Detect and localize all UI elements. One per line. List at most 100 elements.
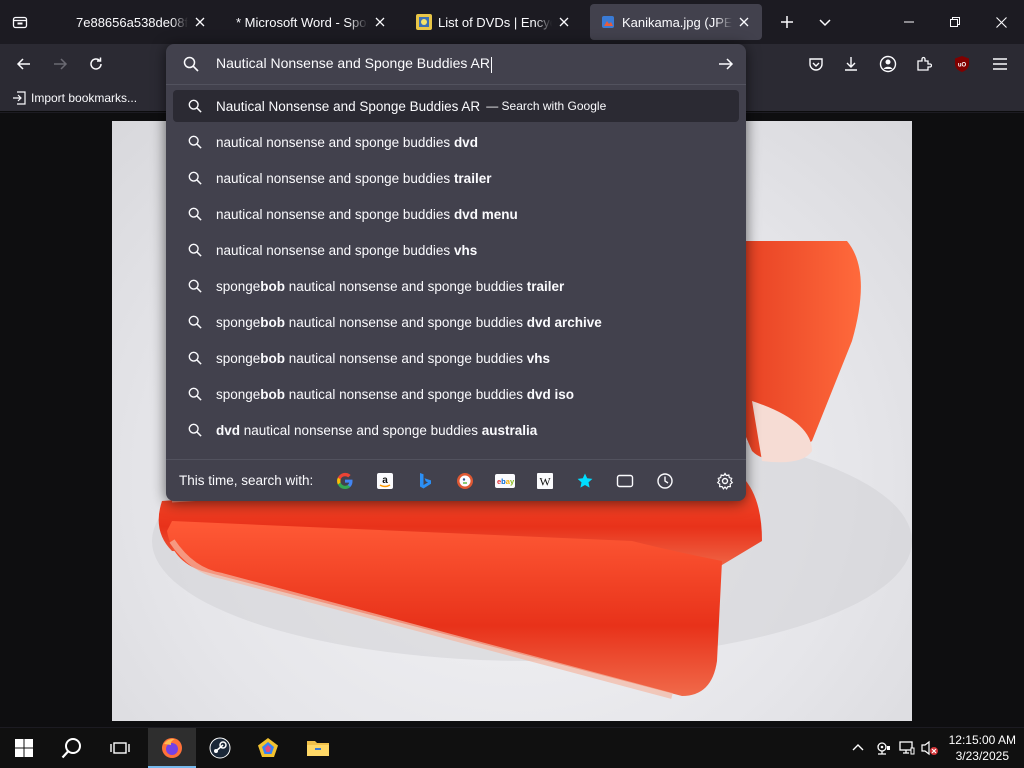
minimize-button[interactable] xyxy=(886,0,932,44)
list-item[interactable]: nautical nonsense and sponge buddies dvd… xyxy=(173,196,739,232)
list-item[interactable]: dvd nautical nonsense and sponge buddies… xyxy=(173,412,739,448)
start-button[interactable] xyxy=(0,728,48,768)
search-with-bar: This time, search with: a ebay W xyxy=(166,459,746,501)
suggestion-text: nautical nonsense and sponge buddies xyxy=(216,206,454,222)
firefox-taskbar-button[interactable] xyxy=(148,728,196,768)
search-icon xyxy=(173,279,216,293)
search-icon xyxy=(166,56,216,72)
import-icon xyxy=(13,90,26,105)
app-menu-button[interactable] xyxy=(984,48,1016,80)
list-item[interactable]: nautical nonsense and sponge buddies tra… xyxy=(173,160,739,196)
forward-button[interactable] xyxy=(44,48,76,80)
volume-tray-icon[interactable] xyxy=(921,740,938,756)
suggestion-text: nautical nonsense and sponge buddies xyxy=(216,170,454,186)
close-icon[interactable] xyxy=(556,14,572,30)
close-icon[interactable] xyxy=(192,14,208,30)
search-icon xyxy=(173,99,216,113)
close-icon xyxy=(995,16,1007,28)
suggestion-bold-text: dvd xyxy=(453,134,478,150)
amazon-icon[interactable]: a xyxy=(373,469,397,493)
close-window-button[interactable] xyxy=(978,0,1024,44)
reload-button[interactable] xyxy=(80,48,112,80)
camera-icon xyxy=(877,742,890,755)
suggestion-bold-text: dvd menu xyxy=(453,206,518,222)
suggestion-bold-text: vhs xyxy=(526,350,551,366)
list-item[interactable]: spongebob nautical nonsense and sponge b… xyxy=(173,340,739,376)
restore-button[interactable] xyxy=(932,0,978,44)
search-icon xyxy=(173,207,216,221)
firefox-view-button[interactable] xyxy=(0,0,40,44)
list-item[interactable]: spongebob nautical nonsense and sponge b… xyxy=(173,268,739,304)
ublock-origin-button[interactable]: uO xyxy=(946,48,978,80)
list-item[interactable]: nautical nonsense and sponge buddies vhs xyxy=(173,232,739,268)
network-tray-icon[interactable] xyxy=(899,740,915,756)
svg-text:uO: uO xyxy=(958,63,967,69)
task-view-button[interactable] xyxy=(96,728,144,768)
download-icon xyxy=(845,57,857,71)
list-all-tabs-button[interactable] xyxy=(802,0,848,44)
bookmarks-star-icon[interactable] xyxy=(573,469,597,493)
back-button[interactable] xyxy=(8,48,40,80)
suggestion-search-google[interactable]: Nautical Nonsense and Sponge Buddies AR … xyxy=(173,90,739,122)
tab-label: 7e88656a538de08f9ee xyxy=(76,14,188,30)
tab-2[interactable]: * Microsoft Word - SpongeBob xyxy=(226,4,398,40)
search-hint: — Search with Google xyxy=(486,99,607,113)
list-item[interactable]: spongebob nautical nonsense and sponge b… xyxy=(173,304,739,340)
ublock-shield-icon: uO xyxy=(955,56,969,72)
arrow-left-icon xyxy=(16,58,30,70)
arrow-right-icon xyxy=(719,58,734,70)
file-explorer-button[interactable] xyxy=(294,728,342,768)
search-icon xyxy=(173,387,216,401)
show-hidden-icons-button[interactable] xyxy=(851,740,867,756)
webcam-tray-icon[interactable] xyxy=(875,740,891,756)
wikipedia-icon[interactable]: W xyxy=(533,469,557,493)
close-icon[interactable] xyxy=(736,14,752,30)
urlbar-dropdown: Nautical Nonsense and Sponge Buddies AR … xyxy=(166,44,746,501)
tab-3[interactable]: List of DVDs | Encyclopedia xyxy=(406,4,582,40)
list-item[interactable]: nautical nonsense and sponge buddies dvd xyxy=(173,124,739,160)
urlbar-input-row[interactable]: Nautical Nonsense and Sponge Buddies AR xyxy=(166,44,746,84)
import-bookmarks-link[interactable]: Import bookmarks... xyxy=(12,91,137,105)
bing-icon[interactable] xyxy=(413,469,437,493)
history-icon[interactable] xyxy=(653,469,677,493)
search-icon xyxy=(173,351,216,365)
plus-icon xyxy=(781,16,793,28)
google-icon[interactable] xyxy=(333,469,357,493)
search-button[interactable] xyxy=(48,728,96,768)
steam-icon xyxy=(209,737,231,759)
close-icon[interactable] xyxy=(372,14,388,30)
network-icon xyxy=(899,741,915,755)
pocket-button[interactable] xyxy=(800,48,832,80)
windows-taskbar: 12:15:00 AM 3/23/2025 xyxy=(0,728,1024,768)
svg-text:W: W xyxy=(539,475,551,489)
duckduckgo-icon[interactable] xyxy=(453,469,477,493)
tabs-icon[interactable] xyxy=(613,469,637,493)
suggestion-text: sponge xyxy=(216,350,261,366)
firefox-view-icon xyxy=(12,16,28,29)
tab-4-active[interactable]: Kanikama.jpg (JPEG Image xyxy=(590,4,762,40)
svg-text:ebay: ebay xyxy=(497,477,515,486)
suggestion-bold-text: trailer xyxy=(526,278,565,294)
downloads-button[interactable] xyxy=(835,48,867,80)
suggestion-text: sponge xyxy=(216,386,261,402)
suggestion-list: Nautical Nonsense and Sponge Buddies AR … xyxy=(173,90,739,448)
app-taskbar-button[interactable] xyxy=(244,728,292,768)
divider xyxy=(166,84,746,85)
suggestion-text: Nautical Nonsense and Sponge Buddies AR xyxy=(216,98,481,114)
ebay-icon[interactable]: ebay xyxy=(493,469,517,493)
settings-gear-icon[interactable] xyxy=(713,469,737,493)
account-button[interactable] xyxy=(872,48,904,80)
suggestion-text: nautical nonsense and sponge buddies xyxy=(216,242,454,258)
pocket-icon xyxy=(809,58,823,71)
suggestion-bold-text: vhs xyxy=(453,242,478,258)
urlbar-input[interactable]: Nautical Nonsense and Sponge Buddies AR xyxy=(216,55,492,73)
extensions-button[interactable] xyxy=(908,48,940,80)
search-icon xyxy=(173,171,216,185)
search-icon xyxy=(173,135,216,149)
steam-taskbar-button[interactable] xyxy=(196,728,244,768)
suggestion-text: sponge xyxy=(216,314,261,330)
system-clock[interactable]: 12:15:00 AM 3/23/2025 xyxy=(949,732,1016,764)
tab-1[interactable]: 7e88656a538de08f9ee xyxy=(66,4,218,40)
list-item[interactable]: spongebob nautical nonsense and sponge b… xyxy=(173,376,739,412)
go-button[interactable] xyxy=(718,56,734,77)
